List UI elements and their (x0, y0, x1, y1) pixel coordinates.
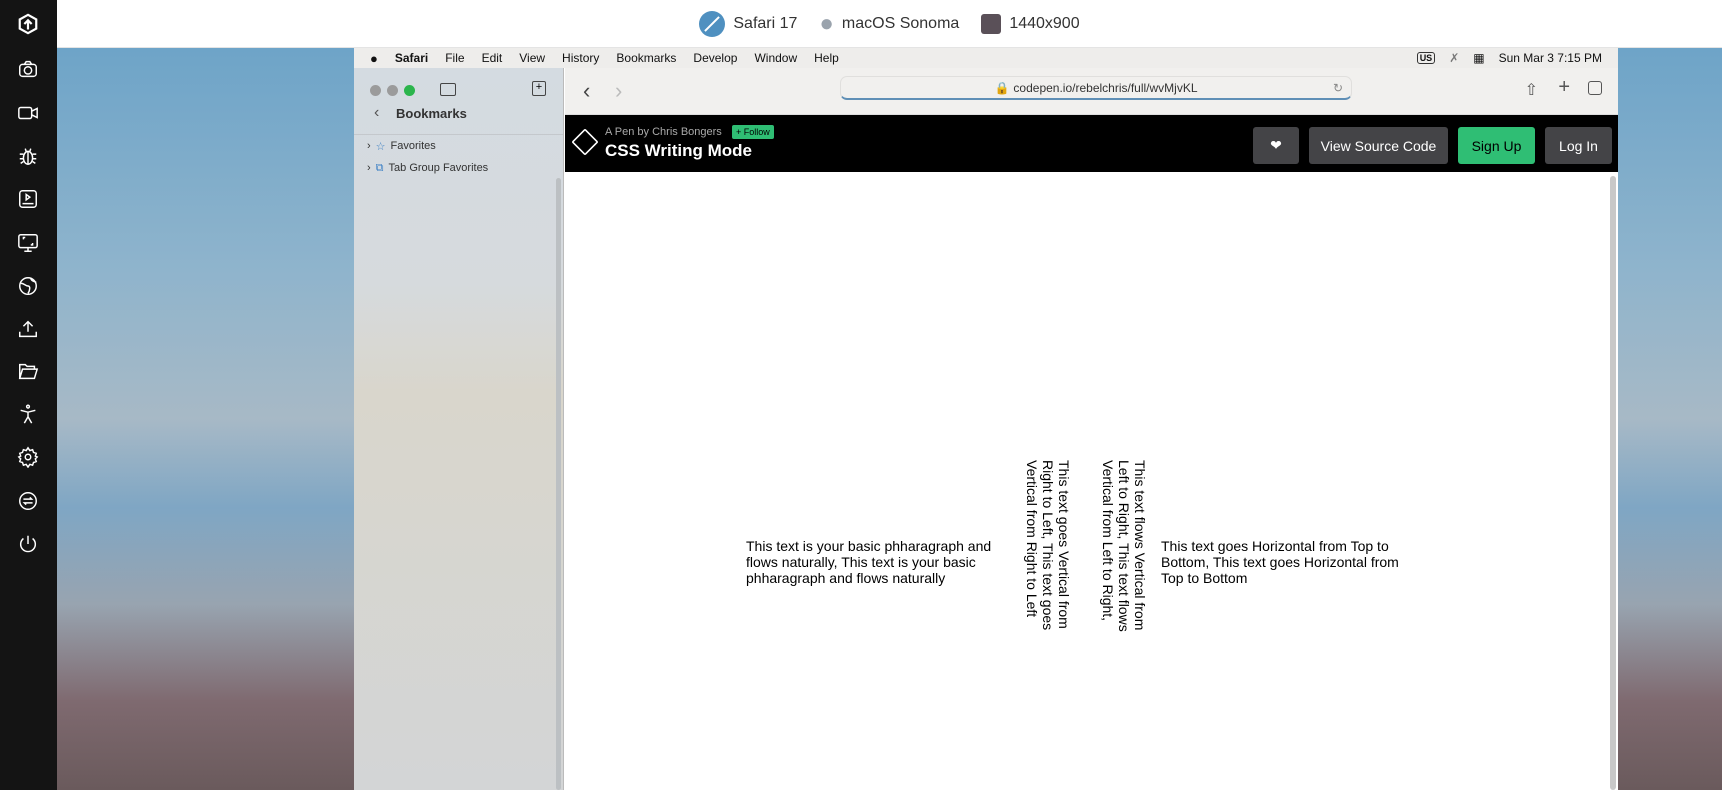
chevron-right-icon: › (367, 140, 371, 152)
upload-icon[interactable] (14, 315, 42, 343)
back-button[interactable]: ‹ (583, 78, 590, 104)
new-tab-group-icon[interactable]: + (532, 81, 546, 96)
menu-develop[interactable]: Develop (693, 51, 737, 65)
content-scrollbar[interactable] (1610, 176, 1616, 790)
accessibility-icon[interactable] (14, 400, 42, 428)
share-icon[interactable]: ⇧ (1525, 80, 1538, 100)
camera-icon[interactable] (14, 55, 42, 83)
menu-edit[interactable]: Edit (482, 51, 503, 65)
codepen-header: A Pen by Chris Bongers + Follow CSS Writ… (565, 115, 1618, 172)
address-bar[interactable]: 🔒 codepen.io/rebelchris/full/wvMjvKL ↻ (840, 76, 1352, 100)
close-window-button[interactable] (370, 85, 381, 96)
sidebar-item-label: Tab Group Favorites (388, 162, 489, 174)
sidebar-toggle-icon[interactable] (440, 83, 456, 96)
url-text: codepen.io/rebelchris/full/wvMjvKL (1013, 80, 1198, 95)
pen-byline[interactable]: A Pen by Chris Bongers (605, 126, 722, 138)
menu-window[interactable]: Window (754, 51, 797, 65)
menu-bar: ● Safari File Edit View History Bookmark… (354, 48, 1618, 68)
tab-overview-icon[interactable] (1588, 81, 1602, 95)
chevron-right-icon: › (367, 162, 371, 174)
tab-group-icon: ⧉ (375, 162, 384, 174)
sidebar-item-label: Favorites (390, 140, 436, 152)
star-icon: ☆ (375, 141, 386, 153)
resolution-icon (981, 13, 1002, 34)
apple-icon: ● (819, 9, 834, 37)
pen-preview: This text is your basic phharagraph and … (565, 172, 1618, 790)
bug-icon[interactable] (14, 142, 42, 170)
input-source[interactable]: US (1416, 52, 1436, 64)
wifi-off-icon[interactable]: ✗ (1449, 51, 1459, 65)
lock-icon: 🔒 (994, 80, 1010, 95)
logo-icon[interactable] (14, 10, 42, 38)
new-tab-icon[interactable]: + (1558, 76, 1570, 99)
menu-view[interactable]: View (519, 51, 545, 65)
view-source-button[interactable]: View Source Code (1309, 127, 1448, 164)
minimize-window-button[interactable] (387, 85, 398, 96)
log-in-button[interactable]: Log In (1545, 127, 1612, 164)
session-info-bar: Safari 17 ● macOS Sonoma 1440x900 (57, 0, 1722, 48)
forward-button[interactable]: › (615, 78, 622, 104)
sidebar-item-favorites[interactable]: › ☆ Favorites (367, 140, 436, 153)
horizontal-paragraph: This text is your basic phharagraph and … (746, 538, 992, 586)
screen-icon[interactable] (14, 229, 42, 257)
menu-help[interactable]: Help (814, 51, 839, 65)
sidebar-title: Bookmarks (396, 106, 467, 121)
menu-history[interactable]: History (562, 51, 599, 65)
playback-icon[interactable] (14, 185, 42, 213)
back-chevron-icon[interactable]: ‹ (374, 104, 379, 122)
codepen-logo-icon[interactable] (571, 128, 599, 156)
os-label: macOS Sonoma (841, 14, 960, 32)
resolution-label: 1440x900 (1009, 14, 1080, 32)
apple-menu-icon[interactable]: ● (370, 51, 378, 66)
follow-button[interactable]: + Follow (732, 125, 774, 139)
zoom-window-button[interactable] (404, 85, 415, 96)
vertical-rl-paragraph: This text goes Vertical from Right to Le… (1024, 460, 1072, 631)
sidebar-item-tab-group-favorites[interactable]: › ⧉ Tab Group Favorites (367, 162, 488, 175)
globe-icon[interactable] (14, 272, 42, 300)
like-button[interactable]: ❤ (1253, 127, 1299, 164)
menu-file[interactable]: File (445, 51, 464, 65)
switch-icon[interactable] (14, 487, 42, 515)
safari-icon (699, 10, 726, 37)
clock[interactable]: Sun Mar 3 7:15 PM (1499, 51, 1602, 65)
pen-title: CSS Writing Mode (605, 141, 753, 160)
browser-label: Safari 17 (733, 14, 798, 32)
sidebar-scrollbar[interactable] (556, 178, 561, 790)
vertical-lr-paragraph: This text flows Vertical from Left to Ri… (1100, 460, 1148, 632)
reload-icon[interactable]: ↻ (1333, 81, 1343, 95)
menu-safari[interactable]: Safari (395, 51, 428, 65)
settings-icon[interactable] (14, 443, 42, 471)
power-icon[interactable] (14, 530, 42, 558)
safari-window: ● Safari File Edit View History Bookmark… (354, 48, 1618, 790)
bookmarks-sidebar: + ‹ Bookmarks › ☆ Favorites › ⧉ Tab Group Fa… (354, 68, 564, 790)
horizontal-tb-paragraph: This text goes Horizontal from Top to Bo… (1161, 538, 1399, 586)
menu-bookmarks[interactable]: Bookmarks (616, 51, 676, 65)
control-center-icon[interactable]: ▦ (1473, 51, 1484, 65)
sign-up-button[interactable]: Sign Up (1458, 127, 1535, 164)
folder-icon[interactable] (14, 357, 42, 385)
heart-icon: ❤ (1270, 137, 1282, 153)
video-icon[interactable] (14, 99, 42, 127)
tool-sidebar (0, 0, 57, 790)
browser-toolbar: ‹ › 🔒 codepen.io/rebelchris/full/wvMjvKL ↻… (565, 68, 1618, 115)
